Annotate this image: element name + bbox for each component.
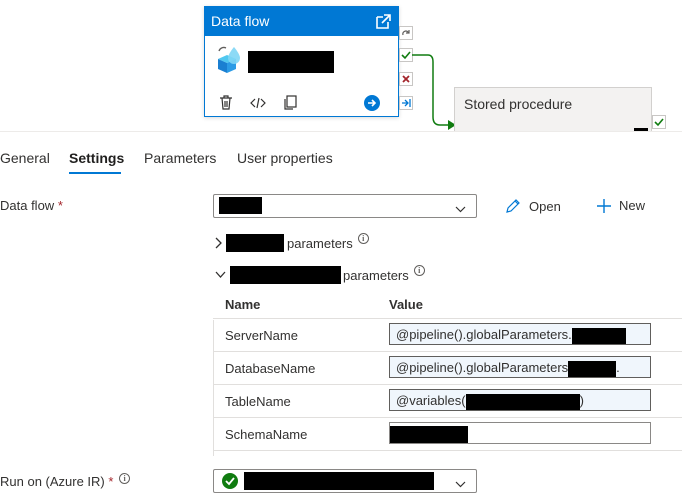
param-name: TableName — [213, 384, 389, 418]
open-button[interactable]: Open — [505, 198, 561, 214]
tab-settings[interactable]: Settings — [69, 150, 124, 166]
table-left-border — [213, 320, 214, 456]
code-icon[interactable] — [250, 96, 266, 110]
dataflow-field-label: Data flow * — [0, 198, 63, 213]
param-value-cell: @pipeline().globalParameters. — [389, 351, 682, 385]
check-circle-icon — [222, 473, 238, 492]
open-label: Open — [529, 198, 561, 214]
arrow-right-icon[interactable] — [364, 95, 380, 111]
copy-icon[interactable] — [283, 95, 297, 110]
tab-parameters[interactable]: Parameters — [144, 150, 216, 166]
canvas-divider — [0, 131, 682, 132]
value-suffix: . — [616, 360, 620, 375]
value-redacted — [390, 425, 468, 443]
param-value-input[interactable] — [389, 422, 651, 444]
parameters-table: Name Value ServerName @pipeline().global… — [213, 290, 682, 451]
chevron-down-icon — [455, 201, 466, 216]
active-tab-indicator — [69, 172, 121, 174]
value-suffix: ) — [579, 393, 584, 408]
value-redacted — [568, 360, 617, 377]
param-name: DatabaseName — [213, 351, 389, 385]
redo-icon[interactable] — [399, 26, 413, 40]
stored-procedure-title: Stored procedure — [464, 96, 573, 112]
param-value-text: @variables( — [396, 393, 466, 408]
info-icon[interactable]: i — [413, 264, 425, 276]
success-connector — [412, 54, 456, 130]
value-redacted — [571, 327, 626, 344]
param-value-cell — [389, 417, 682, 451]
info-icon[interactable]: i — [357, 232, 369, 244]
dataflow-select[interactable] — [213, 194, 477, 218]
tab-user-properties[interactable]: User properties — [237, 150, 333, 166]
group-suffix: parameters — [343, 267, 409, 283]
external-link-icon[interactable] — [374, 12, 392, 41]
plus-icon — [597, 198, 611, 213]
activity-toolbar — [219, 95, 314, 110]
new-button[interactable]: New — [597, 198, 645, 213]
new-label: New — [619, 198, 646, 213]
parameter-group-expanded[interactable]: parameters i — [215, 264, 425, 284]
param-value-text: @pipeline().globalParameters. — [396, 327, 572, 342]
required-mark: * — [57, 198, 63, 213]
tab-general[interactable]: General — [0, 150, 50, 166]
activity-title: Data flow — [211, 13, 270, 29]
pencil-icon — [505, 198, 521, 214]
param-value-input[interactable]: @variables() — [389, 389, 651, 411]
param-value-cell: @pipeline().globalParameters. — [389, 318, 682, 352]
param-value-cell: @variables() — [389, 384, 682, 418]
pipeline-canvas[interactable]: Data flow Stored procedure — [0, 0, 682, 132]
activity-name-redacted — [248, 51, 334, 73]
dataflow-icon — [214, 45, 244, 78]
check-icon[interactable] — [652, 115, 666, 129]
param-value-text: @pipeline().globalParameters — [396, 360, 569, 375]
parameter-group-collapsed[interactable]: parameters i — [215, 232, 369, 252]
group-name-redacted — [230, 266, 341, 284]
delete-icon[interactable] — [219, 95, 233, 110]
value-redacted — [465, 393, 580, 410]
param-name: ServerName — [213, 318, 389, 352]
info-icon[interactable]: i — [119, 473, 131, 484]
table-header-row: Name Value — [213, 290, 682, 319]
param-value-input[interactable]: @pipeline().globalParameters. — [389, 323, 651, 345]
runon-field-label: Run on (Azure IR) * i — [0, 473, 131, 489]
table-row: DatabaseName @pipeline().globalParameter… — [213, 351, 682, 385]
chevron-down-icon — [455, 476, 466, 491]
group-name-redacted — [226, 234, 284, 252]
param-name: SchemaName — [213, 417, 389, 451]
group-suffix: parameters — [287, 235, 353, 251]
column-header-name: Name — [213, 290, 389, 319]
dataflow-activity-card[interactable]: Data flow — [204, 6, 399, 117]
chevron-down-icon — [215, 271, 226, 279]
stored-procedure-activity[interactable]: Stored procedure — [454, 87, 652, 132]
runon-select[interactable] — [213, 469, 477, 493]
column-header-value: Value — [389, 290, 682, 319]
chevron-right-icon — [215, 237, 223, 249]
table-row: ServerName @pipeline().globalParameters. — [213, 318, 682, 352]
runon-value-redacted — [244, 472, 434, 490]
param-value-input[interactable]: @pipeline().globalParameters. — [389, 356, 651, 378]
table-row: SchemaName — [213, 417, 682, 451]
table-row: TableName @variables() — [213, 384, 682, 418]
runon-label-text: Run on (Azure IR) — [0, 474, 105, 489]
required-mark: * — [108, 474, 114, 489]
dataflow-value-redacted — [219, 197, 262, 214]
dataflow-label-text: Data flow — [0, 198, 55, 213]
activity-header: Data flow — [205, 7, 398, 36]
